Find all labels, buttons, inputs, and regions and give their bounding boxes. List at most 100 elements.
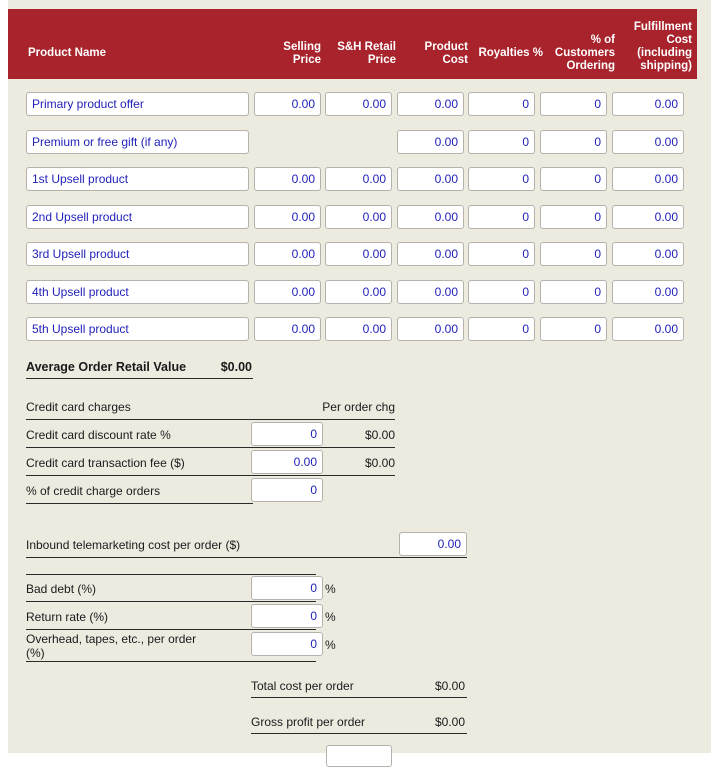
column-header-fulfillment-cost-line4: shipping) [640,60,692,72]
sh-retail-price-input[interactable] [325,279,392,304]
column-header-fulfillment-cost-line1: Fulfillment [633,21,692,33]
sh-retail-price-input[interactable] [325,167,392,191]
product-cost-input[interactable] [397,92,464,116]
product-name-input[interactable] [26,242,249,266]
product-cost-input[interactable] [397,242,464,266]
credit-card-discount-rate-input[interactable] [251,422,323,446]
credit-card-discount-divider [26,447,395,448]
pct-credit-charge-orders-label: % of credit charge orders [26,484,161,498]
overhead-label-line2: (%) [26,646,45,660]
customers-ordering-input[interactable] [540,242,607,266]
column-header-product-cost: Product Cost [397,41,468,67]
royalties-pct-input[interactable] [468,317,535,341]
table-row [0,92,703,129]
sh-retail-price-input[interactable] [325,317,392,341]
telemarketing-divider [26,557,467,558]
fulfillment-cost-input[interactable] [612,92,684,116]
product-cost-input[interactable] [397,204,464,229]
return-rate-input[interactable] [251,604,323,628]
bad-debt-divider [26,601,316,602]
table-row [0,129,703,167]
customers-ordering-input[interactable] [540,129,607,154]
product-name-input[interactable] [26,279,249,304]
selling-price-input[interactable] [254,279,321,304]
bad-debt-percent-suffix: % [325,582,336,596]
column-header-selling-price: Selling Price [254,41,321,67]
customers-ordering-input[interactable] [540,317,607,341]
credit-card-transaction-fee-per-order: $0.00 [364,456,395,470]
inbound-telemarketing-input[interactable] [399,532,467,556]
per-order-chg-label: Per order chg [322,400,395,414]
bad-debt-input[interactable] [251,576,323,600]
total-cost-per-order-label: Total cost per order [251,679,354,693]
column-header-customers-ordering: % of Customers Ordering [536,34,615,73]
royalties-pct-input[interactable] [468,204,535,229]
average-order-retail-value-amount: $0.00 [220,360,252,374]
return-rate-label: Return rate (%) [26,610,109,624]
product-name-input[interactable] [26,129,249,154]
customers-ordering-input[interactable] [540,167,607,191]
product-name-input[interactable] [26,167,249,191]
column-header-customers-ordering-line2: Customers [554,47,615,59]
credit-card-fee-divider [26,475,395,476]
customers-ordering-input[interactable] [540,92,607,116]
royalties-pct-input[interactable] [468,92,535,116]
column-header-product-cost-line2: Cost [442,54,468,66]
return-rate-percent-suffix: % [325,610,336,624]
selling-price-input[interactable] [254,92,321,116]
credit-card-charges-label: Credit card charges [26,400,131,414]
total-cost-divider [251,697,467,698]
sh-retail-price-input[interactable] [325,92,392,116]
credit-card-transaction-fee-input[interactable] [251,450,323,474]
pct-credit-charge-orders-input[interactable] [251,478,323,502]
overhead-divider [26,661,316,662]
column-header-product-name: Product Name [28,47,106,59]
table-row [0,279,703,317]
royalties-pct-input[interactable] [468,167,535,191]
column-header-customers-ordering-line1: % of [590,34,615,46]
column-header-sh-retail-price-line2: Price [367,54,396,66]
selling-price-input[interactable] [254,204,321,229]
fulfillment-cost-input[interactable] [612,204,684,229]
credit-card-header-divider [26,419,395,420]
table-row [0,204,703,242]
product-cost-input[interactable] [397,279,464,304]
fulfillment-cost-input[interactable] [612,167,684,191]
product-cost-input[interactable] [397,317,464,341]
overhead-percent-suffix: % [325,638,336,652]
selling-price-input[interactable] [254,242,321,266]
column-header-sh-retail-price: S&H Retail Price [319,41,396,67]
table-row [0,317,703,354]
royalties-pct-input[interactable] [468,279,535,304]
product-cost-input[interactable] [397,167,464,191]
return-rate-divider [26,629,316,630]
bad-debt-label: Bad debt (%) [26,582,97,596]
fulfillment-cost-input[interactable] [612,242,684,266]
product-name-input[interactable] [26,204,249,229]
sh-retail-price-input[interactable] [325,204,392,229]
selling-price-input[interactable] [254,317,321,341]
product-cost-input[interactable] [397,129,464,154]
product-name-input[interactable] [26,92,249,116]
column-header-selling-price-line1: Selling [283,41,321,53]
column-header-product-cost-line1: Product [424,41,468,53]
selling-price-input[interactable] [254,167,321,191]
gross-profit-per-order-value: $0.00 [434,715,465,729]
table-header: Product Name Selling Price S&H Retail Pr… [8,9,697,79]
credit-card-discount-rate-label: Credit card discount rate % [26,428,171,442]
sh-retail-price-input[interactable] [325,242,392,266]
royalties-pct-input[interactable] [468,242,535,266]
clipped-bottom-control[interactable] [326,745,392,767]
product-name-input[interactable] [26,317,249,341]
average-order-retail-value-label: Average Order Retail Value [26,360,187,374]
overhead-input[interactable] [251,632,323,656]
column-header-fulfillment-cost-line2: Cost [666,34,692,46]
royalties-pct-input[interactable] [468,129,535,154]
customers-ordering-input[interactable] [540,204,607,229]
gross-profit-divider [251,733,467,734]
customers-ordering-input[interactable] [540,279,607,304]
fulfillment-cost-input[interactable] [612,279,684,304]
page-root: Product Name Selling Price S&H Retail Pr… [0,0,711,767]
fulfillment-cost-input[interactable] [612,317,684,341]
fulfillment-cost-input[interactable] [612,129,684,154]
